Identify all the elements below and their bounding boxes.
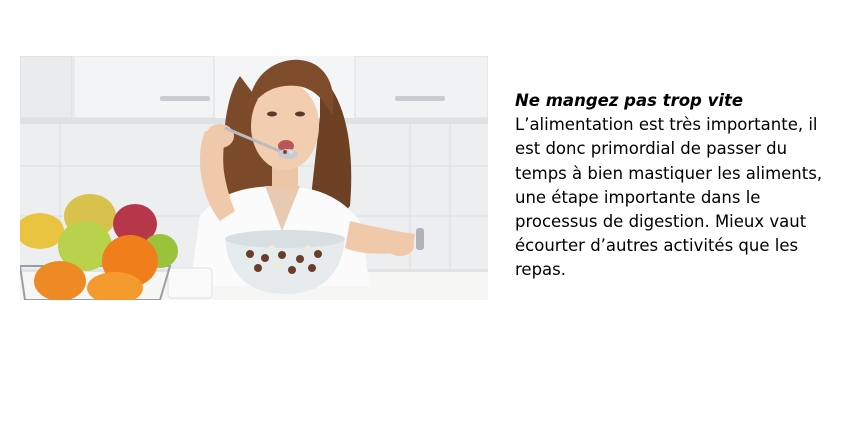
article-text: Ne mangez pas trop vite L’alimentation e… [515, 89, 825, 283]
article-body: L’alimentation est très importante, il e… [515, 115, 823, 280]
article-heading: Ne mangez pas trop vite [515, 91, 744, 110]
article-photo [20, 56, 488, 300]
woman-eating-illustration [20, 56, 488, 300]
